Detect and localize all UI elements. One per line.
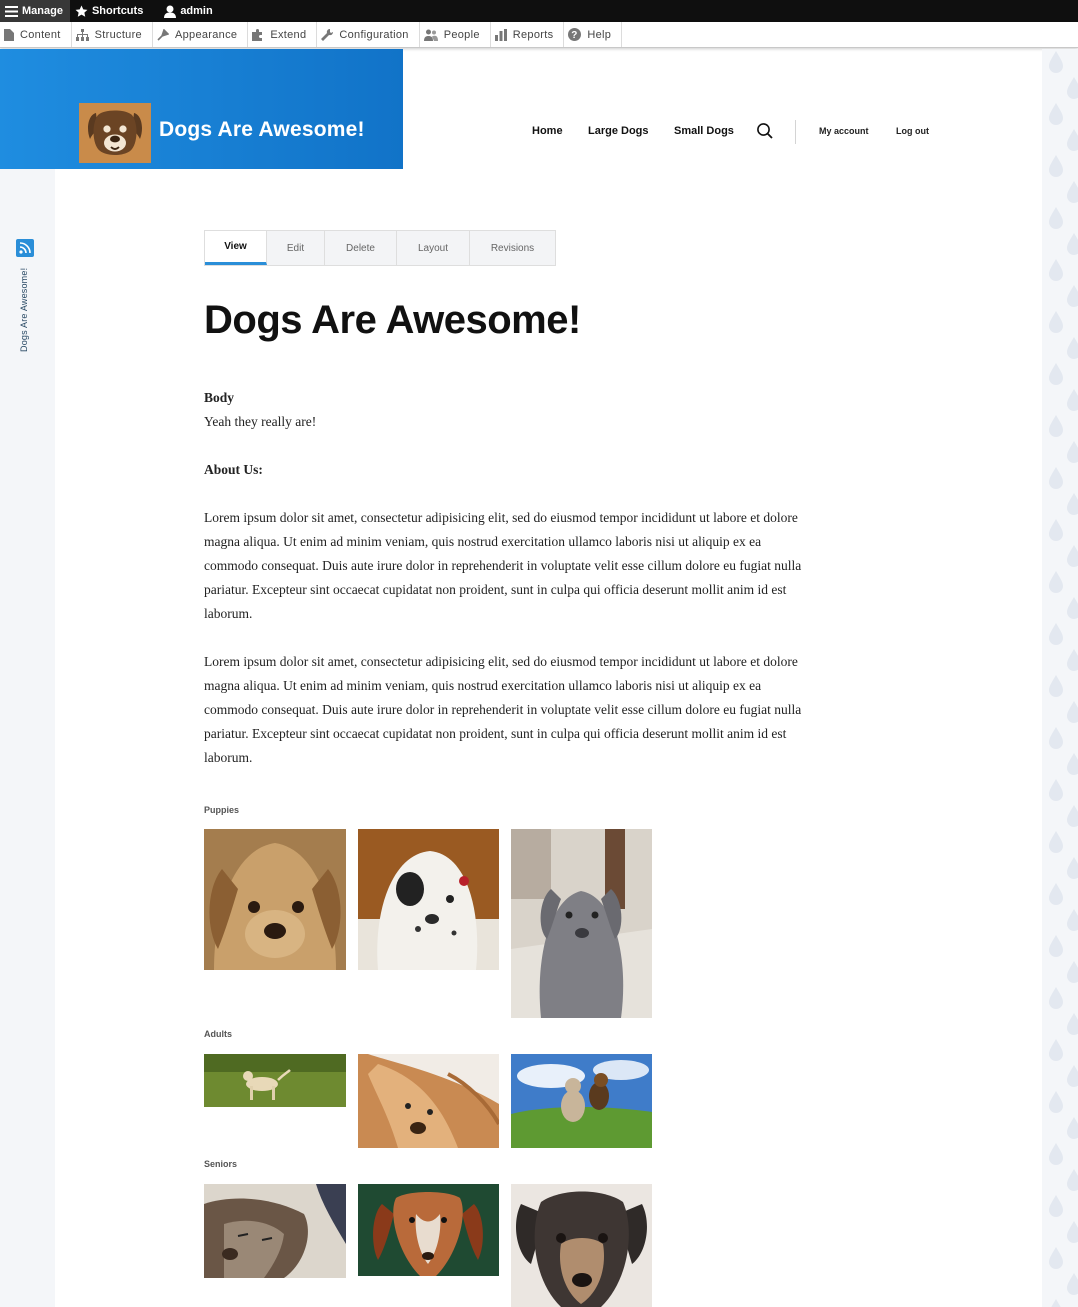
body-value: Yeah they really are! [204, 414, 317, 429]
log-out-link[interactable]: Log out [896, 126, 929, 136]
tray-item-extend[interactable]: Extend [248, 22, 318, 47]
site-name[interactable]: Dogs Are Awesome! [159, 118, 365, 142]
tray-item-structure[interactable]: Structure [72, 22, 153, 47]
site-logo[interactable] [79, 103, 151, 163]
body-field: Body Yeah they really are! [204, 386, 804, 434]
admin-toolbar: Manage Shortcuts admin [0, 0, 1078, 22]
sitemap-icon [75, 28, 89, 41]
droplet-pattern [1042, 49, 1078, 1307]
brush-icon [157, 28, 169, 41]
star-icon [75, 5, 88, 17]
user-icon [164, 5, 177, 18]
user-label: admin [180, 5, 213, 17]
my-account-link[interactable]: My account [819, 126, 869, 136]
help-icon: ? [568, 28, 582, 41]
about-heading: About Us: [204, 462, 263, 477]
search-button[interactable] [756, 122, 774, 140]
vertical-site-title[interactable]: Dogs Are Awesome! [19, 268, 29, 352]
page-title: Dogs Are Awesome! [204, 298, 581, 342]
tab-view[interactable]: View [205, 231, 267, 265]
puppy-photo-golden[interactable] [204, 829, 346, 970]
paragraph-2: Lorem ipsum dolor sit amet, consectetur … [204, 654, 802, 765]
tray-item-people[interactable]: People [420, 22, 491, 47]
people-icon [423, 29, 438, 41]
puzzle-icon [252, 28, 263, 41]
svg-text:?: ? [572, 30, 578, 41]
body-label: Body [204, 390, 235, 405]
adult-photo-sharpei[interactable] [358, 1054, 499, 1148]
puppies-label: Puppies [204, 805, 240, 815]
adults-label: Adults [204, 1029, 232, 1039]
senior-pointer-image [204, 1184, 346, 1278]
senior-dachshund-image [358, 1184, 499, 1276]
adult-photo-lab-field[interactable] [204, 1054, 346, 1107]
tab-revisions[interactable]: Revisions [470, 231, 555, 265]
user-tab[interactable]: admin [150, 0, 219, 22]
paragraph-1: Lorem ipsum dolor sit amet, consectetur … [204, 510, 802, 621]
nav-large-dogs[interactable]: Large Dogs [588, 125, 649, 137]
manage-label: Manage [22, 5, 63, 17]
nav-home[interactable]: Home [532, 125, 563, 137]
shortcuts-label: Shortcuts [91, 5, 144, 17]
tab-delete[interactable]: Delete [325, 231, 397, 265]
manage-tab[interactable]: Manage [0, 0, 70, 22]
tray-label: Reports [512, 28, 554, 41]
senior-photo-terrier[interactable] [511, 1184, 652, 1307]
search-icon [757, 123, 773, 139]
dog-face-logo-icon [88, 110, 142, 155]
tray-label: People [443, 28, 480, 41]
senior-terrier-image [511, 1184, 652, 1307]
tray-item-help[interactable]: ? Help [564, 22, 623, 47]
droplet-pattern-rail [1042, 49, 1078, 1307]
rss-feed-icon[interactable] [16, 239, 34, 257]
admin-tray: Content Structure Appearance Extend Conf… [0, 22, 1078, 48]
tray-label: Structure [94, 28, 142, 41]
tab-edit[interactable]: Edit [267, 231, 325, 265]
nav-small-dogs[interactable]: Small Dogs [674, 125, 734, 137]
adult-lab-field-image [204, 1054, 346, 1107]
wrench-icon [321, 28, 334, 41]
file-icon [4, 28, 14, 41]
tray-item-configuration[interactable]: Configuration [317, 22, 420, 47]
puppy-photo-dalmatian[interactable] [358, 829, 499, 970]
adult-photo-running-dogs[interactable] [511, 1054, 652, 1148]
about-heading-block: About Us: [204, 458, 804, 482]
tray-label: Extend [270, 28, 307, 41]
tab-layout[interactable]: Layout [397, 231, 470, 265]
adult-running-dogs-image [511, 1054, 652, 1148]
tray-label: Appearance [174, 28, 238, 41]
senior-photo-pointer[interactable] [204, 1184, 346, 1278]
adult-sharpei-image [358, 1054, 499, 1148]
puppy-golden-image [204, 829, 346, 970]
shortcuts-tab[interactable]: Shortcuts [70, 0, 150, 22]
puppy-photo-silver-lab[interactable] [511, 829, 652, 1018]
puppy-dalmatian-image [358, 829, 499, 970]
puppy-silver-lab-image [511, 829, 652, 1018]
site-branding [0, 49, 403, 169]
tray-item-content[interactable]: Content [0, 22, 72, 47]
tray-label: Configuration [339, 28, 409, 41]
hamburger-icon [5, 5, 18, 17]
bar-chart-icon [494, 28, 507, 41]
tray-label: Help [587, 28, 612, 41]
senior-photo-dachshund[interactable] [358, 1184, 499, 1276]
tray-item-appearance[interactable]: Appearance [153, 22, 249, 47]
nav-divider [795, 120, 796, 144]
tray-label: Content [20, 28, 61, 41]
seniors-label: Seniors [204, 1159, 238, 1169]
tray-item-reports[interactable]: Reports [491, 22, 565, 47]
rss-icon [19, 242, 31, 254]
local-tasks-tabs: View Edit Delete Layout Revisions [204, 230, 556, 266]
